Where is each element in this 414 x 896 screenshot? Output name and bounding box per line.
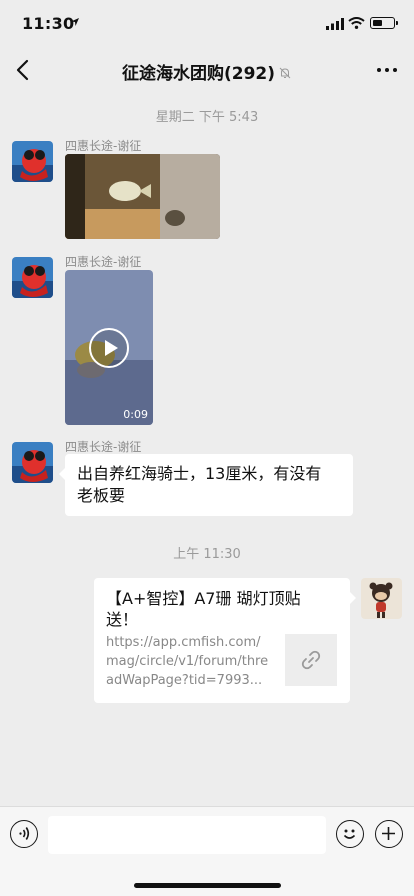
sender-name: 四惠长途-谢征: [65, 255, 142, 269]
link-thumbnail: [285, 634, 337, 686]
plus-glyph: [382, 827, 395, 840]
link-title: 【A+智控】A7珊 瑚灯顶贴 送！: [106, 588, 338, 630]
avatar-image: [12, 257, 53, 298]
my-avatar[interactable]: [361, 578, 402, 619]
image-message[interactable]: [65, 154, 220, 239]
message-line: 老板要: [77, 486, 126, 505]
more-icon[interactable]: [376, 62, 398, 78]
battery-icon: [370, 17, 398, 29]
home-indicator[interactable]: [134, 883, 281, 888]
avatar-image: [12, 442, 53, 483]
message-input[interactable]: [48, 816, 326, 854]
image-thumbnail: [65, 154, 220, 239]
wifi-icon: [348, 17, 365, 29]
play-icon[interactable]: [89, 328, 129, 368]
sender-name: 四惠长途-谢征: [65, 139, 142, 153]
avatar[interactable]: [12, 141, 53, 182]
avatar[interactable]: [12, 442, 53, 483]
chat-title: 征途海水团购(292): [0, 59, 414, 84]
status-bar: 11:30: [0, 0, 414, 44]
emoji-icon[interactable]: [336, 820, 364, 848]
voice-glyph: [19, 827, 30, 840]
location-arrow-icon: [71, 18, 79, 26]
mute-bell-icon: [279, 67, 291, 79]
text-message-bubble[interactable]: 出自养红海骑士，13厘米，有没有 老板要: [59, 454, 353, 516]
link-url-line: adWapPage?tid=7993...: [106, 673, 263, 688]
link-title-line: 【A+智控】A7珊 瑚灯顶贴: [106, 589, 301, 608]
status-time: 11:30: [22, 14, 75, 33]
sender-name: 四惠长途-谢征: [65, 440, 142, 454]
input-bar: [0, 806, 414, 896]
link-title-line: 送！: [106, 610, 139, 629]
link-icon: [301, 650, 321, 670]
voice-icon[interactable]: [10, 820, 38, 848]
plus-icon[interactable]: [375, 820, 403, 848]
link-card-message[interactable]: 【A+智控】A7珊 瑚灯顶贴 送！ https://app.cmfish.com…: [94, 578, 356, 703]
link-url: https://app.cmfish.com/ mag/circle/v1/fo…: [106, 633, 272, 690]
signal-icon: [326, 18, 344, 30]
time-separator: 星期二 下午 5:43: [155, 110, 259, 125]
link-url-line: https://app.cmfish.com/: [106, 635, 261, 650]
time-separator: 上午 11:30: [173, 547, 241, 562]
chat-title-text: 征途海水团购(292): [121, 64, 276, 84]
avatar[interactable]: [12, 257, 53, 298]
emoji-glyph: [343, 829, 356, 839]
avatar-image: [12, 141, 53, 182]
message-line: 出自养红海骑士，13厘米，有没有: [77, 464, 322, 483]
chat-header: 征途海水团购(292): [0, 44, 414, 96]
video-duration: 0:09: [123, 408, 148, 421]
avatar-image: [361, 578, 402, 619]
video-message[interactable]: 0:09: [65, 270, 153, 425]
link-url-line: mag/circle/v1/forum/thre: [106, 654, 269, 669]
